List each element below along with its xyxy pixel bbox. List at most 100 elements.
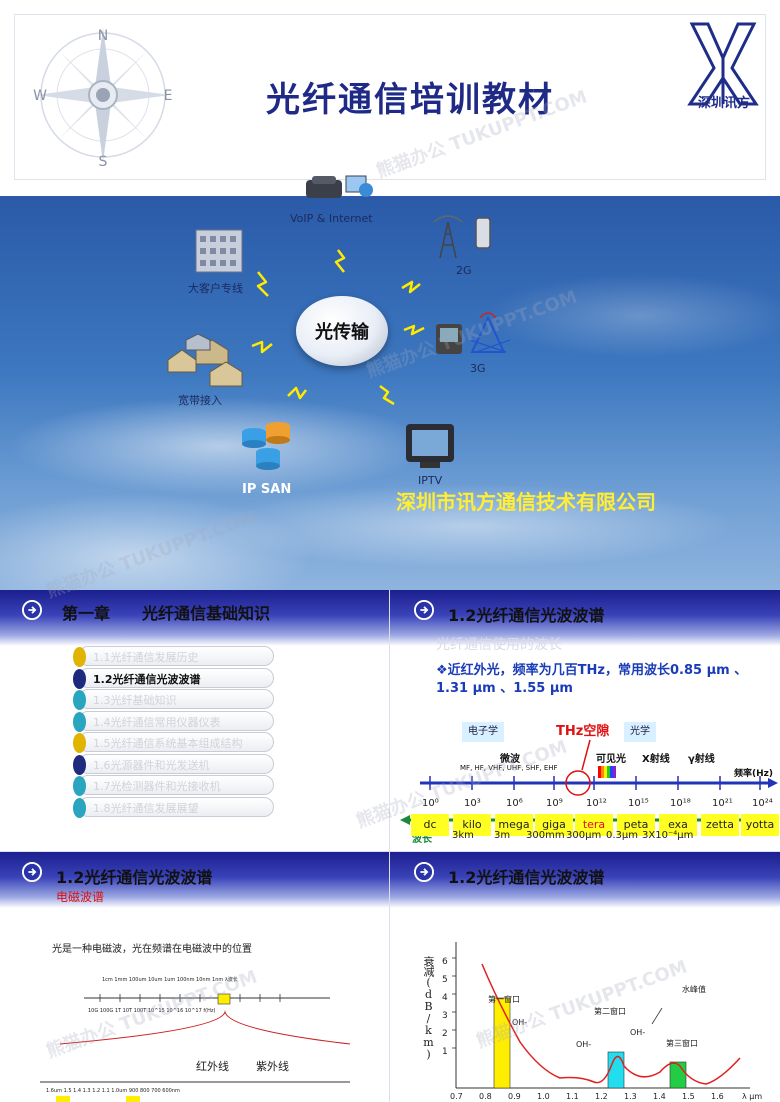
y-tick: 6: [442, 957, 448, 967]
toc-item-label: 1.7光检测器件和光接收机: [93, 780, 221, 793]
toc-bullet-icon: [73, 690, 86, 710]
freq-exponent: 10²⁴: [752, 798, 773, 809]
si-prefix: dc: [411, 814, 449, 836]
wavelength-value: 3m: [494, 830, 511, 841]
network-diagram: [167, 175, 511, 470]
toc-item-label: 1.2光纤通信光波波谱: [93, 672, 201, 686]
node-broadband-label: 宽带接入: [178, 394, 222, 407]
si-prefix: zetta: [701, 814, 739, 836]
y-tick: 2: [442, 1029, 448, 1039]
y-tick: 3: [442, 1011, 448, 1021]
voip-phone-icon: [306, 175, 373, 198]
database-icon: [242, 422, 290, 470]
x-tick: 1.2: [595, 1092, 608, 1101]
si-prefix: yotta: [741, 814, 779, 836]
em-spectrum-slide[interactable]: 1.2光纤通信光波波谱 电磁波谱 光是一种电磁波，光在频谱在电磁波中的位置 1c…: [0, 852, 390, 1102]
toc-bullet-icon: [73, 711, 86, 732]
attenuation-chart: [452, 942, 750, 1089]
attenuation-slide[interactable]: 1.2光纤通信光波波谱 衰减(dB/km) 6 5 4 3 2 1 第一窗口 O…: [390, 852, 780, 1102]
node-2g-label: 2G: [456, 264, 472, 277]
toc-bullet-icon: [73, 733, 86, 753]
freq-exponent: 10¹²: [586, 798, 607, 809]
building-icon: [195, 229, 243, 273]
spectrum-slide[interactable]: 1.2光纤通信光波波谱 光纤通信使用的波长 ❖近红外光，频率为几百THz，常用波…: [390, 590, 780, 852]
uv-label: 紫外线: [256, 1060, 289, 1073]
company-name: 深圳市讯方通信技术有限公司: [396, 490, 656, 514]
bolt-2g: [401, 280, 421, 294]
ir-label: 红外线: [196, 1060, 229, 1073]
label-window-2: 第二窗口: [594, 1007, 626, 1016]
hub-label: 光传输: [315, 322, 369, 343]
y-ticks: 6 5 4 3 2 1: [442, 953, 448, 1061]
toc-item[interactable]: 1.4光纤通信常用仪器仪表: [73, 710, 274, 732]
toc-item-label: 1.3光纤基础知识: [93, 694, 177, 707]
toc-item[interactable]: 1.5光纤通信系统基本组成结构: [73, 732, 274, 753]
toc-item[interactable]: 1.6光源器件和光发送机: [73, 753, 274, 775]
freq-exponent: 10¹⁵: [628, 798, 649, 809]
x-tick: 1.0: [537, 1092, 550, 1101]
tv-icon: [406, 424, 454, 468]
x-tick: 0.7: [450, 1092, 463, 1101]
toc-bullet-icon: [73, 668, 86, 689]
wavelength-value: 3km: [452, 830, 474, 841]
y-tick: 4: [442, 993, 448, 1003]
node-3g-label: 3G: [470, 362, 486, 375]
toc-item[interactable]: 1.7光检测器件和光接收机: [73, 775, 274, 796]
bolt-3g: [403, 324, 425, 336]
visible-rainbow: [598, 766, 616, 778]
node-ipsan-label: IP SAN: [242, 482, 292, 497]
x-tick: 0.9: [508, 1092, 521, 1101]
arrow-right-icon: [22, 600, 42, 620]
toc-bullet-icon: [73, 754, 86, 775]
label-window-3: 第三窗口: [666, 1039, 698, 1048]
toc-bullet-icon: [73, 776, 86, 796]
spectrum-axes: [400, 739, 778, 825]
x-unit: λ μm: [742, 1092, 763, 1101]
title-slide[interactable]: N S W E 光纤通信培训教材 深圳讯方 光传输 VoIP & Interne…: [0, 0, 780, 590]
label-oh-3: OH-: [630, 1028, 646, 1037]
tower-2g-icon: [433, 215, 491, 259]
toc-item-label: 1.1光纤通信发展历史: [93, 651, 199, 664]
freq-exponent: 10⁹: [546, 798, 563, 809]
toc-item[interactable]: 1.2光纤通信光波波谱: [73, 667, 274, 689]
x-tick: 1.6: [711, 1092, 724, 1101]
x-tick: 1.4: [653, 1092, 666, 1101]
wavelength-value: 300mm: [526, 830, 565, 841]
bolt-iptv: [379, 385, 395, 406]
freq-exponent: 10³: [464, 798, 481, 809]
bolt-voip: [334, 249, 346, 273]
tower-3g-icon: [436, 312, 511, 354]
toc-item-label: 1.4光纤通信常用仪器仪表: [93, 715, 221, 729]
node-bigclient-label: 大客户专线: [188, 282, 243, 295]
toc-item-label: 1.5光纤通信系统基本组成结构: [93, 737, 243, 750]
chapter-title: 光纤通信基础知识: [142, 604, 271, 623]
toc-item[interactable]: 1.1光纤通信发展历史: [73, 646, 274, 667]
wavelength-value: 3X10⁻⁴μm: [642, 830, 694, 841]
toc-bullet-icon: [73, 647, 86, 667]
freq-exponent: 10⁶: [506, 798, 523, 809]
y-tick: 5: [442, 975, 448, 985]
scale-ir: 1.6um 1.5 1.4 1.3 1.2 1.1 1.0um 900 800 …: [46, 1088, 180, 1094]
label-window-1: 第一窗口: [488, 995, 520, 1004]
houses-icon: [167, 333, 243, 387]
label-oh-1: OH-: [512, 1018, 528, 1027]
freq-exponent: 10²¹: [712, 798, 733, 809]
y-tick: 1: [442, 1047, 448, 1057]
toc-item[interactable]: 1.8光纤通信发展展望: [73, 796, 274, 818]
toc-slide[interactable]: 第一章 光纤通信基础知识 1.1光纤通信发展历史 1.2光纤通信光波波谱 1.3光纤…: [0, 590, 390, 852]
x-tick: 1.3: [624, 1092, 637, 1101]
x-tick: 0.8: [479, 1092, 492, 1101]
label-water-peak: 水峰值: [682, 985, 706, 994]
bolt-bigclient: [256, 271, 269, 297]
window-1-bar: [493, 997, 511, 1089]
chapter-label: 第一章: [62, 604, 111, 623]
freq-exponent: 10⁰: [422, 798, 439, 809]
wavelength-value: 300μm: [566, 830, 602, 841]
x-tick: 1.1: [566, 1092, 579, 1101]
bolt-broadband: [251, 340, 273, 354]
toc-item-label: 1.6光源器件和光发送机: [93, 758, 210, 772]
x-tick: 1.5: [682, 1092, 695, 1101]
label-oh-2: OH-: [576, 1040, 592, 1049]
freq-exponent: 10¹⁸: [670, 798, 691, 809]
toc-item[interactable]: 1.3光纤基础知识: [73, 689, 274, 710]
